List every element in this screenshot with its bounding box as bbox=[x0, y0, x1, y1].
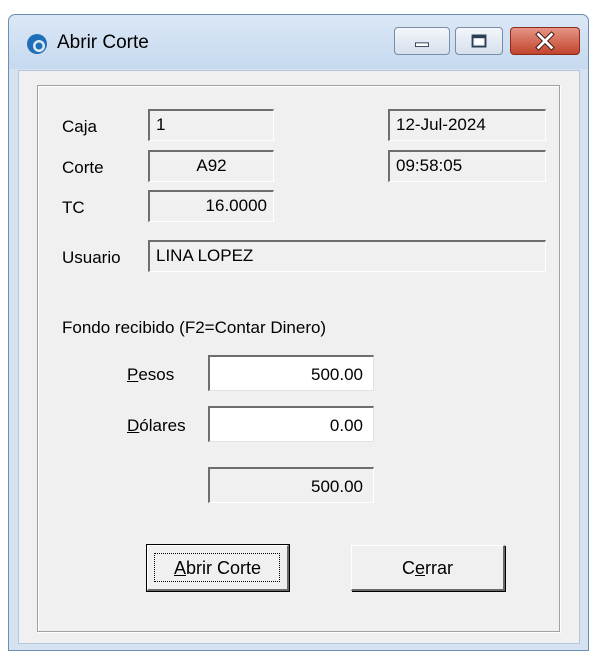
date-field: 12-Jul-2024 bbox=[388, 109, 546, 141]
app-icon bbox=[27, 34, 47, 54]
pesos-label: Pesos bbox=[127, 365, 174, 385]
fondo-label: Fondo recibido (F2=Contar Dinero) bbox=[62, 318, 327, 337]
dialog-client-area: Caja 1 Corte A92 TC 16.0000 12-Jul-2024 … bbox=[18, 70, 580, 644]
tc-label: TC bbox=[62, 198, 85, 217]
maximize-icon bbox=[471, 34, 487, 48]
pesos-label-text: esos bbox=[138, 365, 175, 384]
group-frame: Caja 1 Corte A92 TC 16.0000 12-Jul-2024 … bbox=[37, 85, 560, 632]
cerrar-label-end: rrar bbox=[425, 558, 453, 578]
dolares-mnemonic: D bbox=[127, 416, 140, 435]
dolares-input[interactable]: 0.00 bbox=[208, 406, 374, 442]
time-field: 09:58:05 bbox=[388, 150, 546, 182]
corte-field: A92 bbox=[148, 150, 274, 182]
dolares-label-text: ólares bbox=[139, 416, 186, 435]
caja-field: 1 bbox=[148, 109, 274, 141]
title-bar[interactable]: Abrir Corte bbox=[9, 15, 588, 69]
caja-label: Caja bbox=[62, 117, 97, 136]
tc-field: 16.0000 bbox=[148, 190, 274, 222]
usuario-label: Usuario bbox=[62, 248, 121, 267]
dolares-label: Dólares bbox=[127, 416, 186, 436]
pesos-mnemonic: P bbox=[127, 365, 139, 384]
close-icon bbox=[535, 31, 555, 51]
pesos-input[interactable]: 500.00 bbox=[208, 355, 374, 391]
abrir-corte-button[interactable]: Abrir Corte bbox=[146, 544, 290, 592]
window-title: Abrir Corte bbox=[57, 32, 149, 53]
total-field: 500.00 bbox=[208, 467, 374, 503]
cerrar-mnemonic: e bbox=[414, 558, 425, 578]
cerrar-button[interactable]: Cerrar bbox=[351, 545, 505, 591]
maximize-button[interactable] bbox=[455, 27, 503, 55]
minimize-button[interactable] bbox=[394, 27, 450, 55]
dialog-window: Abrir Corte Caja 1 Corte A92 TC 16.0000 … bbox=[8, 14, 589, 651]
cerrar-label-start: C bbox=[401, 558, 415, 578]
close-button[interactable] bbox=[510, 27, 580, 55]
corte-label: Corte bbox=[62, 158, 104, 177]
minimize-icon bbox=[415, 42, 429, 48]
focus-rectangle bbox=[154, 553, 280, 582]
usuario-field: LINA LOPEZ bbox=[148, 240, 546, 272]
